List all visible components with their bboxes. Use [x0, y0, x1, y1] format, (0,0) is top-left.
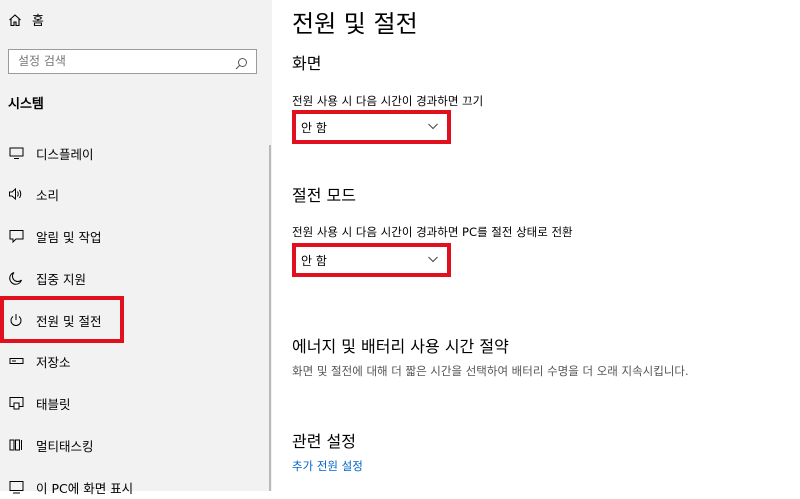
sidebar-item-label: 소리 [36, 187, 60, 203]
search-icon[interactable] [235, 55, 248, 74]
section-heading-screen: 화면 [292, 54, 322, 73]
search-input[interactable] [18, 54, 228, 68]
speaker-icon [8, 186, 24, 202]
chevron-down-icon [427, 120, 439, 135]
display-icon [8, 145, 24, 161]
sidebar-item-project-to-pc[interactable]: 이 PC에 화면 표시 [8, 475, 133, 499]
highlight-box-power-sleep [0, 296, 124, 343]
screen-timeout-label: 전원 사용 시 다음 시간이 경과하면 끄기 [292, 94, 484, 108]
sleep-timeout-label: 전원 사용 시 다음 시간이 경과하면 PC를 절전 상태로 전환 [292, 225, 573, 239]
sidebar-item-multitasking[interactable]: 멀티태스킹 [8, 433, 94, 457]
sidebar-item-label: 멀티태스킹 [36, 438, 94, 454]
sidebar-item-label: 알림 및 작업 [36, 229, 102, 245]
page-title: 전원 및 절전 [292, 10, 418, 38]
additional-power-settings-link[interactable]: 추가 전원 설정 [292, 458, 363, 474]
sidebar-item-label: 저장소 [36, 354, 71, 370]
section-heading-related: 관련 설정 [292, 432, 356, 451]
sidebar-item-label: 집중 지원 [36, 271, 86, 287]
multitasking-icon [8, 437, 24, 453]
energy-description: 화면 및 절전에 대해 더 짧은 시간을 선택하여 배터리 수명을 더 오래 지… [292, 364, 689, 378]
chevron-down-icon [427, 253, 439, 268]
home-icon [8, 13, 22, 27]
dropdown-value: 안 함 [301, 253, 327, 268]
sidebar-scrollbar[interactable] [269, 145, 271, 491]
home-label: 홈 [32, 14, 44, 29]
sidebar-item-sound[interactable]: 소리 [8, 182, 59, 206]
sidebar-item-label: 이 PC에 화면 표시 [36, 480, 134, 496]
storage-icon [8, 353, 24, 369]
home-link[interactable]: 홈 [8, 10, 44, 29]
moon-icon [8, 270, 24, 286]
screen-timeout-dropdown[interactable]: 안 함 [297, 115, 445, 139]
sidebar-item-display[interactable]: 디스플레이 [8, 141, 94, 165]
sidebar: 홈 시스템 디스플레이 소리 알림 및 작업 집중 지원 [0, 0, 272, 496]
sidebar-item-focus-assist[interactable]: 집중 지원 [8, 266, 86, 290]
sidebar-item-label: 디스플레이 [36, 146, 94, 162]
sidebar-item-notifications[interactable]: 알림 및 작업 [8, 224, 101, 248]
section-heading-sleep: 절전 모드 [292, 186, 356, 205]
sidebar-item-label: 태블릿 [36, 396, 71, 412]
sidebar-item-tablet[interactable]: 태블릿 [8, 391, 71, 415]
notification-icon [8, 228, 24, 244]
sleep-timeout-dropdown[interactable]: 안 함 [297, 248, 445, 272]
search-box[interactable] [8, 49, 257, 74]
section-heading-energy: 에너지 및 배터리 사용 시간 절약 [292, 337, 509, 356]
dropdown-value: 안 함 [301, 120, 327, 135]
sidebar-item-storage[interactable]: 저장소 [8, 349, 71, 373]
project-icon [8, 479, 24, 495]
tablet-icon [8, 395, 24, 411]
section-heading-system: 시스템 [8, 97, 44, 112]
